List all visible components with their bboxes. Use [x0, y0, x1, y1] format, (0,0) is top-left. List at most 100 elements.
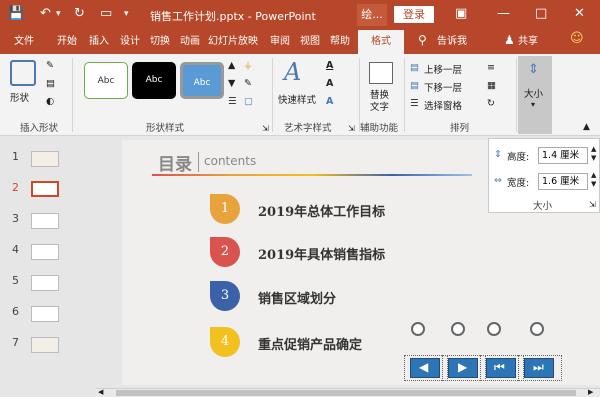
redo-icon[interactable]: ↻ — [74, 6, 85, 22]
tab-design[interactable]: 设计 — [120, 36, 140, 48]
document-title: 销售工作计划.pptx - PowerPoint — [150, 10, 316, 23]
scroll-thumb[interactable] — [116, 390, 576, 396]
smiley-icon[interactable]: ☺ — [570, 32, 584, 45]
text-outline-icon[interactable]: A — [326, 78, 333, 89]
quick-styles-icon[interactable]: A — [284, 58, 301, 86]
tab-transitions[interactable]: 切换 — [150, 36, 170, 48]
wordart-styles-group-label: 艺术字样式 — [284, 123, 332, 134]
selection-pane-button[interactable]: 选择窗格 — [424, 98, 462, 112]
slide-thumbnail-6[interactable] — [31, 306, 59, 322]
tab-file[interactable]: 文件 — [14, 36, 34, 48]
text-box-icon[interactable]: ▤ — [46, 78, 55, 89]
quick-styles-label[interactable]: 快速样式 — [278, 92, 316, 106]
tab-view[interactable]: 视图 — [300, 36, 320, 48]
group-divider — [72, 58, 73, 132]
rotate-handle[interactable] — [411, 322, 425, 336]
align-icon[interactable]: ≡ — [487, 62, 495, 73]
shape-outline-icon[interactable]: ✎ — [244, 78, 252, 89]
undo-icon[interactable]: ↶ — [40, 6, 51, 22]
tab-help[interactable]: 帮助 — [330, 36, 350, 48]
slide-thumbnail-7[interactable] — [31, 337, 59, 353]
alt-text-label[interactable]: 替换文字 — [370, 90, 392, 114]
merge-shapes-icon[interactable]: ◐ — [46, 96, 54, 107]
play-shape[interactable]: ▶ — [448, 358, 478, 378]
group-icon[interactable]: ▦ — [487, 80, 496, 91]
height-icon: ⇕ — [494, 149, 502, 160]
customize-toolbar-icon[interactable]: ▾ — [124, 6, 129, 22]
text-effects-icon[interactable]: A — [326, 96, 333, 107]
slide-thumbnail-2[interactable] — [31, 181, 59, 197]
height-input[interactable]: 1.4 厘米 — [538, 147, 588, 164]
edit-shape-icon[interactable]: ✎ — [46, 60, 54, 71]
minimize-icon[interactable]: — — [497, 6, 510, 22]
bring-forward-button[interactable]: 上移一层 — [424, 62, 462, 76]
save-icon[interactable]: 💾 — [8, 6, 24, 22]
tab-format[interactable]: 格式 — [358, 30, 404, 54]
next-shape[interactable]: ⏭ — [524, 358, 554, 378]
slide-thumbnail-3[interactable] — [31, 213, 59, 229]
text-fill-icon[interactable]: A — [326, 60, 333, 71]
undo-dropdown-icon[interactable]: ▾ — [56, 6, 61, 22]
rotate-handle[interactable] — [530, 322, 544, 336]
slide-thumbnail-1[interactable] — [31, 151, 59, 167]
width-spinner-down-icon[interactable]: ▼ — [591, 180, 596, 188]
shape-effects-icon[interactable]: ▢ — [244, 96, 253, 107]
title-underline — [152, 174, 472, 176]
tab-animations[interactable]: 动画 — [180, 36, 200, 48]
previous-icon: ⏮ — [494, 360, 505, 374]
scroll-left-icon[interactable]: ◀ — [98, 388, 103, 396]
tab-insert[interactable]: 插入 — [89, 36, 109, 48]
selection-pane-icon[interactable]: ☰ — [410, 98, 419, 109]
play-icon: ▶ — [458, 360, 468, 374]
shape-fill-icon[interactable]: ⚶ — [244, 60, 252, 71]
height-spinner-down-icon[interactable]: ▼ — [591, 154, 596, 162]
bring-forward-icon[interactable]: ▤ — [410, 62, 419, 73]
shape-styles-launcher-icon[interactable]: ⇲ — [262, 124, 269, 133]
login-button[interactable]: 登录 — [394, 6, 434, 23]
rotate-handle[interactable] — [451, 322, 465, 336]
horizontal-scrollbar[interactable]: ◀ ▶ — [96, 388, 600, 397]
rotate-icon[interactable]: ↻ — [487, 98, 495, 109]
send-backward-button[interactable]: 下移一层 — [424, 80, 462, 94]
slide-number: 3 — [12, 212, 19, 225]
shape-style-swatch-1[interactable]: Abc — [84, 62, 128, 99]
item-number-badge: 1 — [210, 194, 240, 224]
wordart-launcher-icon[interactable]: ⇲ — [348, 124, 355, 133]
tab-home[interactable]: 开始 — [57, 36, 77, 48]
size-launcher-icon[interactable]: ⇲ — [589, 200, 596, 209]
group-divider — [404, 58, 405, 132]
present-icon[interactable]: ▭ — [100, 6, 112, 22]
height-spinner-up-icon[interactable]: ▲ — [591, 145, 596, 153]
rewind-shape[interactable]: ◀ — [410, 358, 440, 378]
shape-style-swatch-3[interactable]: Abc — [180, 62, 224, 99]
maximize-icon[interactable]: □ — [535, 6, 547, 22]
drawing-tools-context-tab[interactable]: 绘... — [357, 4, 387, 26]
width-input[interactable]: 1.6 厘米 — [538, 173, 588, 190]
share-button[interactable]: 共享 — [518, 36, 538, 48]
tell-me-box[interactable]: 告诉我 — [437, 36, 467, 48]
scroll-right-icon[interactable]: ▶ — [588, 388, 593, 396]
slide-thumbnail-4[interactable] — [31, 244, 59, 260]
size-panel-caption: 大小 — [533, 201, 553, 212]
width-spinner-up-icon[interactable]: ▲ — [591, 171, 596, 179]
size-button[interactable]: ⇕ 大小 ▾ — [518, 56, 552, 134]
rotate-handle[interactable] — [487, 322, 501, 336]
shapes-gallery-icon[interactable] — [10, 60, 36, 86]
close-icon[interactable]: ✕ — [574, 6, 585, 22]
slide-number: 6 — [12, 305, 19, 318]
gallery-scroll-down-icon[interactable]: ▼ — [228, 78, 235, 89]
shapes-label[interactable]: 形状 — [10, 90, 29, 104]
collapse-ribbon-icon[interactable]: ▲ — [583, 122, 590, 132]
previous-shape[interactable]: ⏮ — [486, 358, 516, 378]
send-backward-icon[interactable]: ▤ — [410, 80, 419, 91]
gallery-scroll-up-icon[interactable]: ▲ — [228, 60, 235, 71]
slide-thumbnail-5[interactable] — [31, 275, 59, 291]
ribbon-display-options-icon[interactable]: ▣ — [455, 6, 467, 22]
alt-text-icon[interactable] — [369, 62, 393, 84]
item-number-badge: 3 — [210, 281, 240, 311]
tab-review[interactable]: 审阅 — [270, 36, 290, 48]
size-panel: ⇕ 高度: 1.4 厘米 ▲ ▼ ⇔ 宽度: 1.6 厘米 ▲ ▼ 大小 ⇲ — [488, 138, 600, 213]
shape-style-swatch-2[interactable]: Abc — [132, 62, 176, 99]
gallery-more-icon[interactable]: ☰ — [228, 96, 237, 107]
tab-slideshow[interactable]: 幻灯片放映 — [208, 36, 258, 48]
